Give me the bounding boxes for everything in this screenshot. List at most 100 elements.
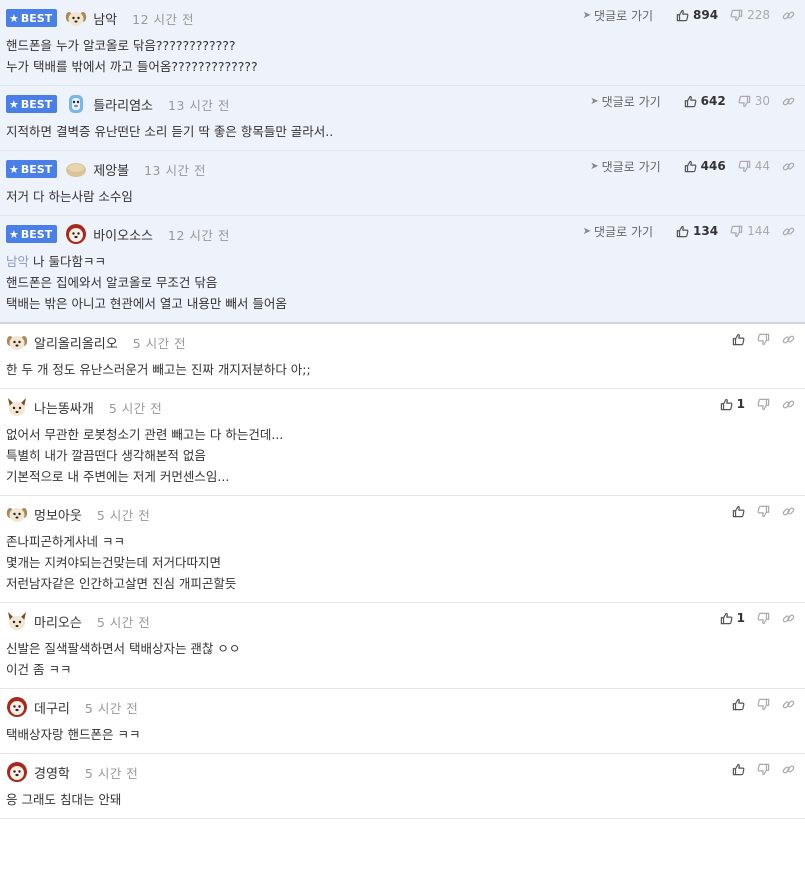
upvote-button[interactable]: 894 [676,8,718,22]
upvote-count: 1 [736,397,745,411]
nickname[interactable]: 틀라리염소 [93,95,153,114]
thumbs-down-icon [757,398,770,411]
go-to-reply-link[interactable]: ➤ 댓글로 가기 [583,7,653,24]
best-badge: ★ BEST [6,225,58,243]
link-icon [782,225,795,238]
nickname[interactable]: 남악 [93,9,117,28]
avatar[interactable] [6,696,28,718]
share-link-button[interactable] [782,95,795,108]
thumbs-up-icon [732,505,745,518]
nickname[interactable]: 제앙볼 [93,160,129,179]
timestamp: 5 시간 전 [84,700,139,716]
best-comment: ★ BEST 제앙볼 13 시간 전 ➤ 댓글로 가기 446 44 저거 다 하는사람 소수임 [0,151,805,216]
timestamp: 5 시간 전 [84,765,139,781]
comment-line: 존나피곤하게사네 ㅋㅋ [6,534,125,549]
comment-line: 핸드폰을 누가 알코올로 닦음???????????? [6,38,236,53]
share-link-button[interactable] [782,612,795,625]
share-link-button[interactable] [782,763,795,776]
link-icon [782,9,795,22]
nickname[interactable]: 마리오슨 [34,612,82,631]
go-to-reply-link[interactable]: ➤ 댓글로 가기 [590,158,660,175]
comment-line: 이건 좀 ㅋㅋ [6,662,72,677]
downvote-button[interactable]: 30 [738,94,770,108]
upvote-button[interactable] [732,333,745,346]
downvote-button[interactable]: 144 [730,224,770,238]
link-icon [782,698,795,711]
comment: 나는똥싸개 5 시간 전 1 없어서 무관한 로봇청소기 관련 빼고는 다 하는건데.… [0,389,805,496]
comment-line: 몇개는 지켜야되는건맞는데 저거다따지면 [6,555,221,570]
share-link-button[interactable] [782,9,795,22]
thumbs-down-icon [730,225,743,238]
mention[interactable]: 남악 [6,254,29,269]
avatar[interactable] [65,158,87,180]
upvote-button[interactable]: 446 [684,159,726,173]
upvote-count: 894 [693,8,719,22]
comment-body: 남악 나 둘다함ㅋㅋ 핸드폰은 집에와서 알코올로 무조건 닦음 택배는 밖은 아니… [6,245,805,322]
comment-line: 누가 택배를 밖에서 까고 들어옴????????????? [6,59,258,74]
best-badge: ★ BEST [6,160,58,178]
downvote-button[interactable] [757,698,770,711]
comment-line: 저거 다 하는사람 소수임 [6,189,133,204]
downvote-button[interactable] [757,612,770,625]
thumbs-up-icon [732,698,745,711]
comment-line: 응 그래도 침대는 안돼 [6,792,122,807]
downvote-button[interactable]: 228 [730,8,770,22]
nickname[interactable]: 나는똥싸개 [34,398,94,417]
comment-actions: ➤ 댓글로 가기 642 30 [590,93,795,109]
upvote-button[interactable] [732,505,745,518]
upvote-button[interactable]: 642 [684,94,726,108]
avatar[interactable] [6,761,28,783]
share-link-button[interactable] [782,505,795,518]
thumbs-down-icon [738,95,751,108]
timestamp: 5 시간 전 [108,400,163,416]
upvote-button[interactable] [732,698,745,711]
nickname[interactable]: 경영학 [34,763,70,782]
downvote-button[interactable] [757,333,770,346]
go-to-reply-link[interactable]: ➤ 댓글로 가기 [583,223,653,240]
star-icon: ★ [9,97,19,111]
avatar[interactable] [65,93,87,115]
avatar[interactable] [6,610,28,632]
send-arrow-icon: ➤ [582,9,592,21]
share-link-button[interactable] [782,160,795,173]
avatar[interactable] [6,396,28,418]
thumbs-down-icon [757,612,770,625]
avatar[interactable] [65,7,87,29]
upvote-button[interactable]: 1 [720,611,745,625]
share-link-button[interactable] [782,333,795,346]
comment-line: 저런남자같은 인간하고살면 진심 개피곤할듯 [6,576,237,591]
avatar[interactable] [6,503,28,525]
share-link-button[interactable] [782,398,795,411]
nickname[interactable]: 멍보아웃 [34,505,82,524]
comment-line: 특별히 내가 깔끔떤다 생각해본적 없음 [6,448,206,463]
upvote-button[interactable] [732,763,745,776]
thumbs-up-icon [676,225,689,238]
comment-body: 없어서 무관한 로봇청소기 관련 빼고는 다 하는건데... 특별히 내가 깔끔떤… [6,418,805,495]
go-to-reply-link[interactable]: ➤ 댓글로 가기 [590,93,660,110]
thumbs-up-icon [684,95,697,108]
thumbs-up-icon [684,160,697,173]
upvote-button[interactable]: 134 [676,224,718,238]
downvote-button[interactable]: 44 [738,159,770,173]
comment-actions [720,331,795,347]
comment: 데구리 5 시간 전택배상자랑 핸드폰은 ㅋㅋ [0,689,805,754]
downvote-button[interactable] [757,763,770,776]
send-arrow-icon: ➤ [590,160,599,172]
downvote-button[interactable] [757,505,770,518]
avatar[interactable] [65,223,87,245]
downvote-button[interactable] [757,398,770,411]
comment-line: 없어서 무관한 로봇청소기 관련 빼고는 다 하는건데... [6,427,284,442]
comment-line: 택배상자랑 핸드폰은 ㅋㅋ [6,727,141,742]
share-link-button[interactable] [782,225,795,238]
thumbs-up-icon [676,9,689,22]
nickname[interactable]: 바이오소스 [93,225,153,244]
nickname[interactable]: 데구리 [34,698,70,717]
share-link-button[interactable] [782,698,795,711]
avatar[interactable] [6,331,28,353]
upvote-button[interactable]: 1 [720,397,745,411]
nickname[interactable]: 알리올리올리오 [34,333,118,352]
timestamp: 13 시간 전 [144,162,206,178]
comment-body: 저거 다 하는사람 소수임 [6,180,805,215]
link-icon [782,398,795,411]
best-comment: ★ BEST 남악 12 시간 전 ➤ 댓글로 가기 894 228 핸드폰을 누가 알코올로 … [0,0,805,86]
